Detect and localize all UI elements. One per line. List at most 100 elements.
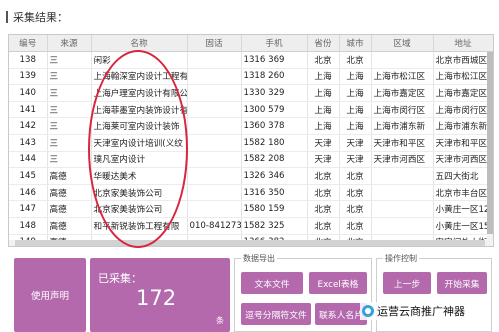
horizontal-scrollbar[interactable] (9, 240, 493, 246)
table-row[interactable]: 143 三天津室内设计培训(义纹 1582 180 天津 天津 天津市和平区 天津市和平区 (9, 134, 493, 152)
export-excel-button[interactable]: Excel表格 (309, 272, 367, 294)
collected-count-panel: 已采集： 172 条 (90, 258, 230, 332)
col-header-id[interactable]: 编号 (9, 35, 48, 52)
operation-legend: 操作控制 (383, 253, 419, 264)
export-text-file-button[interactable]: 文本文件 (241, 272, 303, 294)
cell-city: 上海 (339, 101, 372, 119)
table-row[interactable]: 146 高德 北京家美装饰公司 1316 350 北京 北京 北京市丰台区 (9, 184, 493, 202)
col-header-province[interactable]: 省份 (307, 35, 340, 52)
cell-tel (187, 184, 242, 202)
vertical-scrollbar[interactable] (487, 52, 493, 246)
table-row[interactable]: 147 高德 北京家美装饰公司 1580 159 北京 北京 小黄庄一区12 (9, 200, 493, 218)
cell-province: 北京 (307, 167, 340, 185)
cell-mobile: 1316 369 (241, 51, 308, 69)
wechat-logo-icon (362, 305, 374, 317)
start-collect-button[interactable]: 开始采集 (437, 272, 487, 294)
cell-city: 天津 (339, 134, 372, 152)
table-row[interactable]: 142 三上海莱可室内设计装饰 1360 378 上海 上海 上海市浦东新 上海市浦东新 (9, 117, 493, 135)
cell-id: 146 (9, 184, 48, 202)
cell-mobile: 1582 180 (241, 134, 308, 152)
cell-city: 上海 (339, 117, 372, 135)
cell-name: 和平新锐装饰工程有限 (91, 217, 188, 235)
cell-tel (187, 134, 242, 152)
col-header-city[interactable]: 城市 (339, 35, 372, 52)
cell-source: 高德 (47, 167, 92, 185)
cell-province: 北京 (307, 217, 340, 235)
cell-id: 148 (9, 217, 48, 235)
export-legend: 数据导出 (241, 253, 277, 264)
horizontal-scroll-thumb[interactable] (15, 240, 485, 246)
cell-source: 三 (47, 101, 92, 119)
cell-address: 北京市丰台区 (433, 184, 493, 202)
previous-step-button[interactable]: 上一步 (383, 272, 431, 294)
cell-tel (187, 151, 242, 169)
cell-source: 三 (47, 84, 92, 102)
table-row[interactable]: 148高德和平新锐装饰工程有限010-841273841582 325北京北京小… (9, 217, 493, 235)
cell-id: 143 (9, 134, 48, 152)
table-header-row: 编号 来源 名称 固话 手机 省份 城市 区域 地址 (9, 35, 493, 52)
cell-district (371, 167, 434, 185)
cell-province: 上海 (307, 68, 340, 86)
cell-id: 144 (9, 151, 48, 169)
cell-district (371, 184, 434, 202)
cell-mobile: 1582 325 (241, 217, 308, 235)
cell-tel (187, 68, 242, 86)
cell-source: 三 (47, 68, 92, 86)
col-header-source[interactable]: 来源 (47, 35, 92, 52)
cell-name: 上海菲墨室内装饰设计有 (91, 101, 188, 119)
table-row[interactable]: 141 三上海菲墨室内装饰设计有 1300 579 上海 上海 上海市闵行区 上海市闵行区 (9, 101, 493, 119)
cell-district: 天津市和平区 (371, 134, 434, 152)
col-header-name[interactable]: 名称 (91, 35, 188, 52)
cell-source: 三 (47, 151, 92, 169)
table-row[interactable]: 140 三上海户理室内设计有限公 1330 329 上海 上海 上海市嘉定区 上海市嘉定区 (9, 84, 493, 102)
cell-id: 140 (9, 84, 48, 102)
vertical-scroll-thumb[interactable] (487, 52, 493, 234)
collected-label: 已采集： (98, 272, 142, 285)
col-header-tel[interactable]: 固话 (187, 35, 242, 52)
cell-province: 天津 (307, 134, 340, 152)
cell-id: 141 (9, 101, 48, 119)
cell-address: 上海市浦东新 (433, 117, 493, 135)
usage-statement-button[interactable]: 使用声明 (14, 258, 86, 332)
cell-name: 璞凡室内设计 (91, 151, 188, 169)
cell-district: 上海市闵行区 (371, 101, 434, 119)
cell-tel (187, 167, 242, 185)
cell-mobile: 1580 159 (241, 200, 308, 218)
col-header-mobile[interactable]: 手机 (241, 35, 308, 52)
cell-address: 小黄庄一区15 (433, 217, 493, 235)
table-row[interactable]: 139 三上海翰深室内设计工程有 1318 260 上海 上海 上海市松江区 上海市松江区 (9, 68, 493, 86)
cell-tel (187, 117, 242, 135)
export-comma-file-button[interactable]: 逗号分隔符文件 (241, 303, 311, 325)
cell-city: 上海 (339, 84, 372, 102)
cell-name: 华暖达美术 (91, 167, 188, 185)
table-row[interactable]: 138 三闲彩 1316 369 北京 北京 北京市西城区 (9, 51, 493, 69)
results-grid[interactable]: 编号 来源 名称 固话 手机 省份 城市 区域 地址 138 三闲彩 1316 36… (8, 34, 494, 247)
cell-mobile: 1318 260 (241, 68, 308, 86)
cell-tel (187, 200, 242, 218)
cell-city: 北京 (339, 51, 372, 69)
col-header-address[interactable]: 地址 (433, 35, 493, 52)
cell-province: 上海 (307, 84, 340, 102)
cell-province: 天津 (307, 151, 340, 169)
cell-name: 北京家美装饰公司 (91, 184, 188, 202)
table-row[interactable]: 145 高德 华暖达美术 1326 346 北京 北京 五四大街北 (9, 167, 493, 185)
cell-id: 147 (9, 200, 48, 218)
cell-tel (187, 84, 242, 102)
cell-id: 139 (9, 68, 48, 86)
cell-province: 上海 (307, 101, 340, 119)
table-row[interactable]: 144 三璞凡室内设计 1582 208 天津 天津 天津市河西区 天津市河西区 (9, 151, 493, 169)
result-title: 采集结果： (6, 9, 68, 25)
results-table: 编号 来源 名称 固话 手机 省份 城市 区域 地址 138 三闲彩 1316 36… (9, 35, 493, 246)
cell-source: 三 (47, 117, 92, 135)
col-header-district[interactable]: 区域 (371, 35, 434, 52)
cell-address: 天津市河西区 (433, 151, 493, 169)
cell-mobile: 1360 378 (241, 117, 308, 135)
cell-district: 天津市河西区 (371, 151, 434, 169)
control-panel: 使用声明 已采集： 172 条 数据导出 文本文件 Excel表格 逗号分隔符文… (14, 253, 492, 332)
cell-address: 五四大街北 (433, 167, 493, 185)
cell-address: 天津市和平区 (433, 134, 493, 152)
cell-name: 上海户理室内设计有限公 (91, 84, 188, 102)
cell-district (371, 217, 434, 235)
cell-tel (187, 51, 242, 69)
cell-source: 高德 (47, 184, 92, 202)
